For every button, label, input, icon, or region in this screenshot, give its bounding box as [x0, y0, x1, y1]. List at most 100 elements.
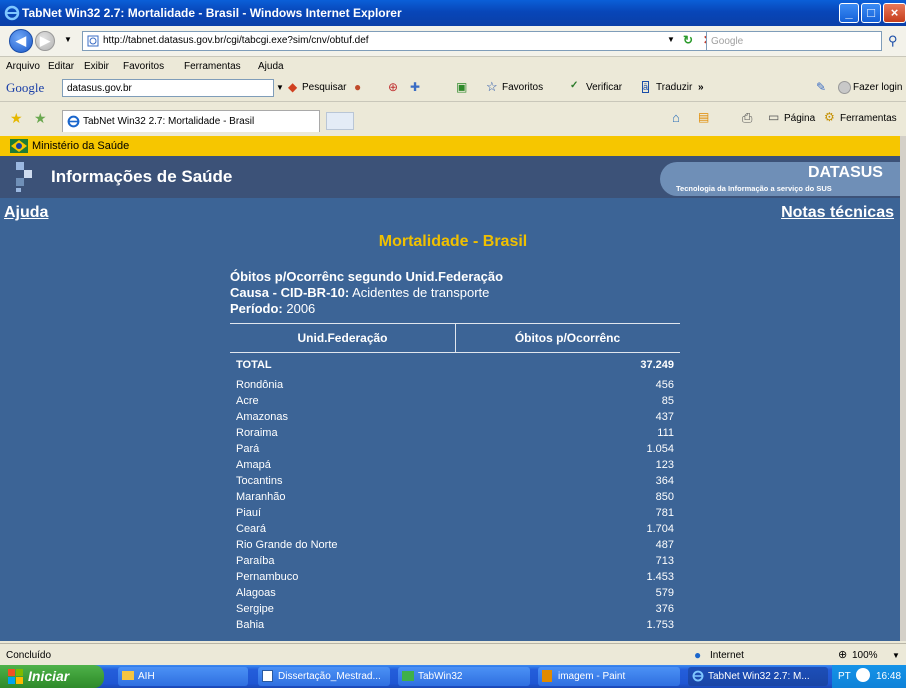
column-header-uf: Unid.Federação — [297, 331, 388, 345]
tabwin-icon — [402, 671, 414, 681]
feeds-icon[interactable]: ▤ — [698, 110, 709, 124]
google-search-input[interactable]: datasus.gov.br — [62, 79, 274, 97]
table-row: Rio Grande do Norte 487 — [230, 537, 680, 553]
total-label: TOTAL — [236, 359, 272, 371]
new-tab-button[interactable] — [326, 112, 354, 130]
uf-name: Piauí — [236, 507, 262, 519]
menu-editar[interactable]: Editar — [48, 61, 74, 72]
help-link[interactable]: Ajuda — [4, 204, 48, 222]
search-input[interactable]: Google — [706, 31, 882, 51]
tab-active[interactable]: TabNet Win32 2.7: Mortalidade - Brasil — [62, 110, 320, 132]
obitos-value: 1.704 — [646, 523, 674, 535]
obitos-value: 1.054 — [646, 443, 674, 455]
favorites-center-star-icon[interactable]: ★ — [10, 110, 23, 127]
clock: 16:48 — [876, 671, 902, 682]
start-button[interactable]: Iniciar — [0, 665, 104, 688]
search-icon[interactable]: ⚲ — [888, 33, 898, 49]
google-search-dropdown-icon[interactable]: ▼ — [276, 83, 284, 92]
toolbar-block-icon[interactable]: ▣ — [456, 80, 467, 94]
zoom-dropdown-icon[interactable]: ▼ — [892, 651, 900, 660]
menu-ajuda[interactable]: Ajuda — [258, 61, 284, 72]
obitos-value: 111 — [657, 427, 674, 439]
google-toolbar: Google datasus.gov.br ▼ ◆ Pesquisar ● ⊕ … — [0, 75, 906, 102]
obitos-value: 1.753 — [646, 619, 674, 631]
vertical-scrollbar[interactable] — [900, 136, 906, 641]
obitos-value: 579 — [655, 587, 674, 599]
pesquisar-button[interactable]: Pesquisar — [302, 82, 346, 93]
taskbar-item-label: TabWin32 — [418, 671, 463, 682]
refresh-icon[interactable]: ↻ — [683, 33, 693, 47]
taskbar-item-aih[interactable]: AIH — [118, 667, 248, 686]
uf-name: Maranhão — [236, 491, 286, 503]
internet-explorer-icon — [4, 5, 20, 21]
security-zone[interactable]: Internet — [710, 650, 744, 661]
status-text: Concluído — [6, 650, 52, 661]
minimize-button[interactable]: _ — [839, 3, 859, 23]
menu-arquivo[interactable]: Arquivo — [6, 61, 40, 72]
taskbar-item-dissertacao[interactable]: Dissertação_Mestrad... — [258, 667, 390, 686]
table-row: Amazonas 437 — [230, 409, 680, 425]
menu-exibir[interactable]: Exibir — [84, 61, 109, 72]
add-favorite-icon[interactable]: ★ — [34, 110, 47, 127]
language-indicator[interactable]: PT — [838, 671, 851, 682]
toolbar-share-icon[interactable]: ⊕ — [388, 80, 398, 94]
fazer-login-button[interactable]: Fazer login — [853, 82, 902, 93]
traduzir-button[interactable]: Traduzir — [656, 82, 692, 93]
taskbar-item-tabnet[interactable]: TabNet Win32 2.7: M... — [688, 667, 828, 686]
period-line: Período: 2006 — [230, 301, 315, 316]
period-label: Período: — [230, 301, 283, 316]
more-tools-button[interactable]: » — [698, 82, 704, 93]
favoritos-star-icon: ☆ — [486, 79, 498, 94]
table-body: Rondônia 456 Acre 85 Amazonas 437 Roraima 111 Pa… — [230, 377, 680, 633]
cause-label: Causa - CID-BR-10: — [230, 285, 350, 300]
taskbar-item-label: AIH — [138, 671, 155, 682]
window-title-bar[interactable]: TabNet Win32 2.7: Mortalidade - Brasil -… — [0, 0, 906, 26]
google-logo: Google — [6, 80, 45, 95]
ferramentas-menu[interactable]: Ferramentas — [840, 113, 897, 124]
ministry-bar: Ministério da Saúde — [0, 136, 900, 156]
column-header-obitos: Óbitos p/Ocorrênc — [514, 331, 621, 345]
address-input[interactable]: http://tabnet.datasus.gov.br/cgi/tabcgi.… — [82, 31, 718, 51]
table-row: Rondônia 456 — [230, 377, 680, 393]
taskbar-item-paint[interactable]: imagem - Paint — [538, 667, 680, 686]
pagina-menu[interactable]: Página — [784, 113, 815, 124]
table-row: Piauí 781 — [230, 505, 680, 521]
address-dropdown-icon[interactable]: ▼ — [667, 35, 675, 44]
verificar-button[interactable]: Verificar — [586, 82, 622, 93]
wrench-icon[interactable]: ✎ — [816, 80, 826, 94]
tab-title: TabNet Win32 2.7: Mortalidade - Brasil — [83, 116, 255, 127]
favoritos-button[interactable]: Favoritos — [502, 82, 543, 93]
uf-name: Acre — [236, 395, 259, 407]
close-button[interactable]: × — [883, 3, 906, 23]
zoom-level[interactable]: 100% — [852, 650, 878, 661]
menu-favoritos[interactable]: Favoritos — [123, 61, 164, 72]
table-row: Bahia 1.753 — [230, 617, 680, 633]
table-row: Sergipe 376 — [230, 601, 680, 617]
tray-network-icon[interactable] — [856, 668, 870, 682]
back-button[interactable]: ◀ — [9, 29, 33, 53]
print-icon[interactable]: ⎙ — [742, 110, 752, 126]
tab-ie-icon — [67, 115, 80, 128]
table-row: Tocantins 364 — [230, 473, 680, 489]
uf-name: Amapá — [236, 459, 271, 471]
period-value: 2006 — [286, 301, 316, 316]
forward-button[interactable]: ▶ — [35, 31, 55, 51]
table-row: Alagoas 579 — [230, 585, 680, 601]
uf-name: Rondônia — [236, 379, 284, 391]
table-row: Pará 1.054 — [230, 441, 680, 457]
taskbar-item-tabwin32[interactable]: TabWin32 — [398, 667, 530, 686]
ministry-name: Ministério da Saúde — [32, 140, 130, 152]
uf-name: Ceará — [236, 523, 266, 535]
home-icon[interactable]: ⌂ — [672, 110, 680, 125]
technical-notes-link[interactable]: Notas técnicas — [781, 204, 894, 222]
toolbar-tool-icon[interactable]: ● — [354, 80, 361, 94]
recent-pages-chevron-icon[interactable]: ▼ — [64, 35, 72, 44]
maximize-button[interactable]: □ — [861, 3, 881, 23]
taskbar-item-label: Dissertação_Mestrad... — [278, 671, 381, 682]
menu-ferramentas[interactable]: Ferramentas — [184, 61, 241, 72]
toolbar-plus-icon[interactable]: ✚ — [410, 80, 420, 94]
page-title: Mortalidade - Brasil — [378, 233, 528, 250]
zoom-icon: ⊕ — [838, 649, 848, 661]
uf-name: Pernambuco — [236, 571, 299, 583]
brazil-flag-icon — [10, 139, 28, 153]
